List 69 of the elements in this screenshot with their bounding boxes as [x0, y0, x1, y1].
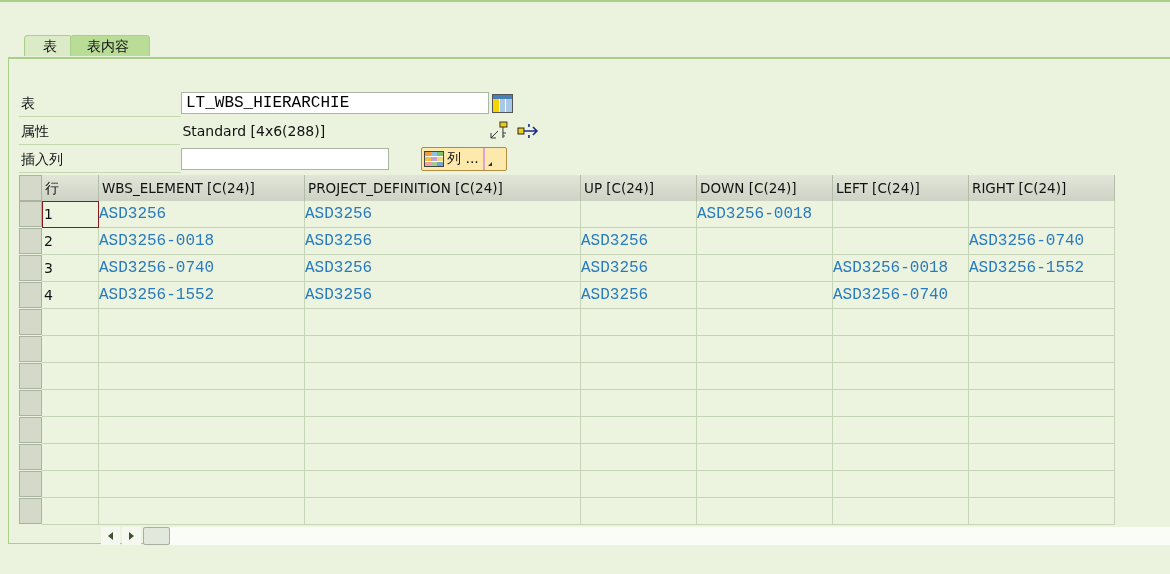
- insert-column-field[interactable]: [181, 148, 389, 170]
- select-all-button[interactable]: [19, 175, 42, 201]
- table-cell[interactable]: ASD3256-0018: [99, 228, 305, 255]
- table-cell: [42, 471, 99, 498]
- table-cell: [42, 498, 99, 525]
- column-header[interactable]: LEFT [C(24)]: [833, 175, 969, 201]
- column-header[interactable]: WBS_ELEMENT [C(24)]: [99, 175, 305, 201]
- table-cell: [42, 336, 99, 363]
- table-cell[interactable]: ASD3256-0018: [833, 255, 969, 282]
- grid-icon: [424, 151, 444, 167]
- table-cell[interactable]: ASD3256-1552: [99, 282, 305, 309]
- table-cell[interactable]: ASD3256-0018: [697, 201, 833, 228]
- row-selector[interactable]: [19, 498, 42, 524]
- row-selector[interactable]: [19, 417, 42, 443]
- table-cell: [42, 444, 99, 471]
- column-header[interactable]: UP [C(24)]: [581, 175, 697, 201]
- table-cell[interactable]: ASD3256: [99, 201, 305, 228]
- field-label: 属性: [19, 117, 181, 145]
- row-selector[interactable]: [19, 471, 42, 497]
- tab[interactable]: 表: [24, 35, 72, 56]
- table-cell[interactable]: ASD3256: [305, 201, 581, 228]
- table-cell[interactable]: ASD3256-0740: [833, 282, 969, 309]
- row-selector[interactable]: [19, 309, 42, 335]
- table-cell: 4: [42, 282, 99, 309]
- table-cell[interactable]: ASD3256: [581, 228, 697, 255]
- table-cell[interactable]: [833, 201, 969, 228]
- table-cell[interactable]: ASD3256: [305, 255, 581, 282]
- table-cell[interactable]: ASD3256: [305, 282, 581, 309]
- column-header[interactable]: PROJECT_DEFINITION [C(24)]: [305, 175, 581, 201]
- table-cell: [42, 363, 99, 390]
- table-cell[interactable]: ASD3256-0740: [99, 255, 305, 282]
- table-cell: 1: [42, 201, 99, 228]
- table-cell[interactable]: [969, 201, 1115, 228]
- tab[interactable]: 表内容: [70, 35, 150, 56]
- table-cell[interactable]: [697, 255, 833, 282]
- column-header[interactable]: RIGHT [C(24)]: [969, 175, 1115, 201]
- table-columns-icon[interactable]: [492, 93, 513, 113]
- row-selector[interactable]: [19, 336, 42, 362]
- row-selector[interactable]: [19, 282, 42, 308]
- table-cell[interactable]: [697, 228, 833, 255]
- table-cell[interactable]: ASD3256: [581, 282, 697, 309]
- arrow-right-icon[interactable]: [517, 122, 539, 140]
- table-cell: [42, 417, 99, 444]
- row-selector[interactable]: [19, 228, 42, 254]
- table-cell: 2: [42, 228, 99, 255]
- table-name-field[interactable]: LT_WBS_HIERARCHIE: [181, 92, 489, 114]
- scroll-left-button[interactable]: [101, 527, 120, 545]
- table-cell[interactable]: [697, 282, 833, 309]
- row-selector[interactable]: [19, 201, 42, 227]
- row-selector[interactable]: [19, 363, 42, 389]
- table-cell[interactable]: [833, 228, 969, 255]
- table-cell[interactable]: ASD3256-1552: [969, 255, 1115, 282]
- table-cell[interactable]: [969, 282, 1115, 309]
- row-selector[interactable]: [19, 444, 42, 470]
- column-header[interactable]: DOWN [C(24)]: [697, 175, 833, 201]
- table-cell: [42, 309, 99, 336]
- attributes-value: Standard [4x6(288)]: [181, 123, 327, 139]
- scrollbar-thumb[interactable]: [143, 527, 170, 545]
- row-selector[interactable]: [19, 390, 42, 416]
- table-cell: 3: [42, 255, 99, 282]
- table-cell[interactable]: ASD3256: [581, 255, 697, 282]
- columns-button[interactable]: 列 ...: [421, 147, 507, 171]
- table-cell[interactable]: ASD3256-0740: [969, 228, 1115, 255]
- row-selector[interactable]: [19, 255, 42, 281]
- column-header: 行: [42, 175, 99, 201]
- table-cell[interactable]: ASD3256: [305, 228, 581, 255]
- table-cell[interactable]: [581, 201, 697, 228]
- table-cell: [42, 390, 99, 417]
- scroll-right-button[interactable]: [122, 527, 141, 545]
